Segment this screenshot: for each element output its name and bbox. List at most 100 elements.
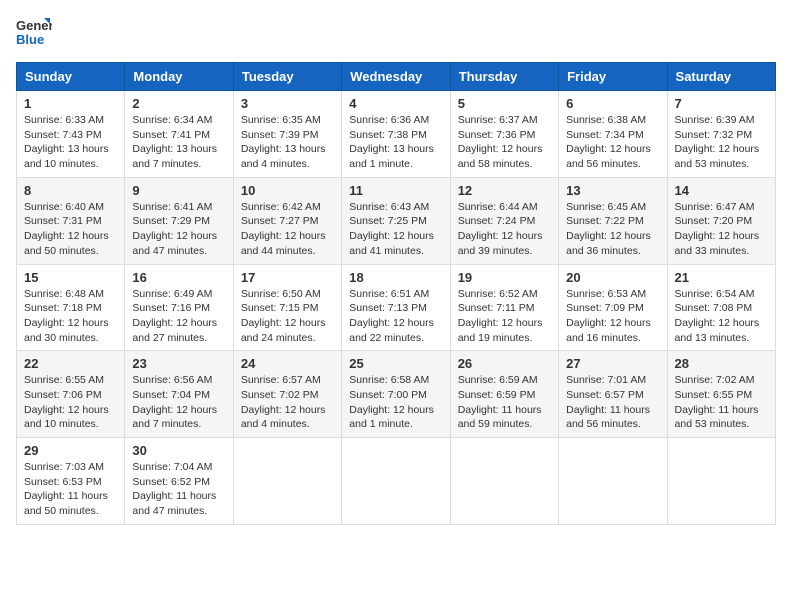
day-number: 22 [24, 356, 117, 371]
day-info: Sunrise: 6:44 AM Sunset: 7:24 PM Dayligh… [458, 201, 543, 257]
day-number: 20 [566, 270, 659, 285]
day-number: 9 [132, 183, 225, 198]
calendar-cell: 8 Sunrise: 6:40 AM Sunset: 7:31 PM Dayli… [17, 177, 125, 264]
day-info: Sunrise: 6:59 AM Sunset: 6:59 PM Dayligh… [458, 374, 542, 430]
weekday-header-thursday: Thursday [450, 63, 558, 91]
calendar-cell: 19 Sunrise: 6:52 AM Sunset: 7:11 PM Dayl… [450, 264, 558, 351]
calendar-cell: 12 Sunrise: 6:44 AM Sunset: 7:24 PM Dayl… [450, 177, 558, 264]
calendar-cell: 14 Sunrise: 6:47 AM Sunset: 7:20 PM Dayl… [667, 177, 775, 264]
calendar-cell: 5 Sunrise: 6:37 AM Sunset: 7:36 PM Dayli… [450, 91, 558, 178]
day-info: Sunrise: 6:37 AM Sunset: 7:36 PM Dayligh… [458, 114, 543, 170]
day-number: 24 [241, 356, 334, 371]
day-number: 8 [24, 183, 117, 198]
weekday-header-saturday: Saturday [667, 63, 775, 91]
svg-text:Blue: Blue [16, 32, 44, 47]
day-number: 6 [566, 96, 659, 111]
day-info: Sunrise: 7:03 AM Sunset: 6:53 PM Dayligh… [24, 461, 108, 517]
day-number: 28 [675, 356, 768, 371]
day-number: 5 [458, 96, 551, 111]
calendar-week-row: 15 Sunrise: 6:48 AM Sunset: 7:18 PM Dayl… [17, 264, 776, 351]
day-info: Sunrise: 6:41 AM Sunset: 7:29 PM Dayligh… [132, 201, 217, 257]
calendar-cell: 17 Sunrise: 6:50 AM Sunset: 7:15 PM Dayl… [233, 264, 341, 351]
day-info: Sunrise: 6:51 AM Sunset: 7:13 PM Dayligh… [349, 288, 434, 344]
calendar-cell: 7 Sunrise: 6:39 AM Sunset: 7:32 PM Dayli… [667, 91, 775, 178]
day-info: Sunrise: 6:43 AM Sunset: 7:25 PM Dayligh… [349, 201, 434, 257]
logo-icon: General Blue [16, 16, 52, 52]
day-info: Sunrise: 6:38 AM Sunset: 7:34 PM Dayligh… [566, 114, 651, 170]
day-info: Sunrise: 7:04 AM Sunset: 6:52 PM Dayligh… [132, 461, 216, 517]
weekday-header-wednesday: Wednesday [342, 63, 450, 91]
day-info: Sunrise: 6:52 AM Sunset: 7:11 PM Dayligh… [458, 288, 543, 344]
calendar-cell [342, 438, 450, 525]
day-number: 1 [24, 96, 117, 111]
day-info: Sunrise: 6:49 AM Sunset: 7:16 PM Dayligh… [132, 288, 217, 344]
calendar-cell: 3 Sunrise: 6:35 AM Sunset: 7:39 PM Dayli… [233, 91, 341, 178]
calendar-cell: 4 Sunrise: 6:36 AM Sunset: 7:38 PM Dayli… [342, 91, 450, 178]
day-info: Sunrise: 6:47 AM Sunset: 7:20 PM Dayligh… [675, 201, 760, 257]
calendar-cell: 9 Sunrise: 6:41 AM Sunset: 7:29 PM Dayli… [125, 177, 233, 264]
day-number: 4 [349, 96, 442, 111]
day-number: 18 [349, 270, 442, 285]
calendar-cell: 27 Sunrise: 7:01 AM Sunset: 6:57 PM Dayl… [559, 351, 667, 438]
calendar-cell: 24 Sunrise: 6:57 AM Sunset: 7:02 PM Dayl… [233, 351, 341, 438]
calendar-cell: 1 Sunrise: 6:33 AM Sunset: 7:43 PM Dayli… [17, 91, 125, 178]
calendar-cell: 21 Sunrise: 6:54 AM Sunset: 7:08 PM Dayl… [667, 264, 775, 351]
day-info: Sunrise: 6:39 AM Sunset: 7:32 PM Dayligh… [675, 114, 760, 170]
weekday-header-row: SundayMondayTuesdayWednesdayThursdayFrid… [17, 63, 776, 91]
calendar-cell [559, 438, 667, 525]
calendar-cell: 15 Sunrise: 6:48 AM Sunset: 7:18 PM Dayl… [17, 264, 125, 351]
calendar-cell: 29 Sunrise: 7:03 AM Sunset: 6:53 PM Dayl… [17, 438, 125, 525]
calendar-cell: 23 Sunrise: 6:56 AM Sunset: 7:04 PM Dayl… [125, 351, 233, 438]
calendar-table: SundayMondayTuesdayWednesdayThursdayFrid… [16, 62, 776, 525]
day-number: 14 [675, 183, 768, 198]
day-number: 12 [458, 183, 551, 198]
day-info: Sunrise: 6:35 AM Sunset: 7:39 PM Dayligh… [241, 114, 326, 170]
day-number: 29 [24, 443, 117, 458]
day-info: Sunrise: 6:36 AM Sunset: 7:38 PM Dayligh… [349, 114, 434, 170]
calendar-cell: 22 Sunrise: 6:55 AM Sunset: 7:06 PM Dayl… [17, 351, 125, 438]
calendar-week-row: 22 Sunrise: 6:55 AM Sunset: 7:06 PM Dayl… [17, 351, 776, 438]
day-number: 21 [675, 270, 768, 285]
calendar-cell: 18 Sunrise: 6:51 AM Sunset: 7:13 PM Dayl… [342, 264, 450, 351]
calendar-cell: 28 Sunrise: 7:02 AM Sunset: 6:55 PM Dayl… [667, 351, 775, 438]
calendar-cell: 26 Sunrise: 6:59 AM Sunset: 6:59 PM Dayl… [450, 351, 558, 438]
day-info: Sunrise: 6:57 AM Sunset: 7:02 PM Dayligh… [241, 374, 326, 430]
calendar-cell: 25 Sunrise: 6:58 AM Sunset: 7:00 PM Dayl… [342, 351, 450, 438]
calendar-cell: 16 Sunrise: 6:49 AM Sunset: 7:16 PM Dayl… [125, 264, 233, 351]
day-number: 13 [566, 183, 659, 198]
calendar-cell [450, 438, 558, 525]
calendar-cell: 2 Sunrise: 6:34 AM Sunset: 7:41 PM Dayli… [125, 91, 233, 178]
weekday-header-sunday: Sunday [17, 63, 125, 91]
calendar-cell: 6 Sunrise: 6:38 AM Sunset: 7:34 PM Dayli… [559, 91, 667, 178]
logo: General Blue [16, 16, 52, 52]
day-info: Sunrise: 6:42 AM Sunset: 7:27 PM Dayligh… [241, 201, 326, 257]
day-number: 19 [458, 270, 551, 285]
day-number: 11 [349, 183, 442, 198]
day-number: 30 [132, 443, 225, 458]
calendar-cell: 20 Sunrise: 6:53 AM Sunset: 7:09 PM Dayl… [559, 264, 667, 351]
day-number: 2 [132, 96, 225, 111]
day-number: 16 [132, 270, 225, 285]
day-number: 10 [241, 183, 334, 198]
day-number: 15 [24, 270, 117, 285]
day-info: Sunrise: 6:33 AM Sunset: 7:43 PM Dayligh… [24, 114, 109, 170]
day-number: 7 [675, 96, 768, 111]
day-number: 17 [241, 270, 334, 285]
calendar-week-row: 1 Sunrise: 6:33 AM Sunset: 7:43 PM Dayli… [17, 91, 776, 178]
day-info: Sunrise: 6:45 AM Sunset: 7:22 PM Dayligh… [566, 201, 651, 257]
calendar-cell [667, 438, 775, 525]
calendar-cell: 11 Sunrise: 6:43 AM Sunset: 7:25 PM Dayl… [342, 177, 450, 264]
day-info: Sunrise: 7:02 AM Sunset: 6:55 PM Dayligh… [675, 374, 759, 430]
day-number: 26 [458, 356, 551, 371]
day-info: Sunrise: 7:01 AM Sunset: 6:57 PM Dayligh… [566, 374, 650, 430]
day-info: Sunrise: 6:34 AM Sunset: 7:41 PM Dayligh… [132, 114, 217, 170]
day-info: Sunrise: 6:58 AM Sunset: 7:00 PM Dayligh… [349, 374, 434, 430]
day-info: Sunrise: 6:55 AM Sunset: 7:06 PM Dayligh… [24, 374, 109, 430]
day-info: Sunrise: 6:56 AM Sunset: 7:04 PM Dayligh… [132, 374, 217, 430]
weekday-header-tuesday: Tuesday [233, 63, 341, 91]
day-info: Sunrise: 6:54 AM Sunset: 7:08 PM Dayligh… [675, 288, 760, 344]
day-info: Sunrise: 6:50 AM Sunset: 7:15 PM Dayligh… [241, 288, 326, 344]
calendar-cell: 13 Sunrise: 6:45 AM Sunset: 7:22 PM Dayl… [559, 177, 667, 264]
day-number: 27 [566, 356, 659, 371]
day-info: Sunrise: 6:48 AM Sunset: 7:18 PM Dayligh… [24, 288, 109, 344]
